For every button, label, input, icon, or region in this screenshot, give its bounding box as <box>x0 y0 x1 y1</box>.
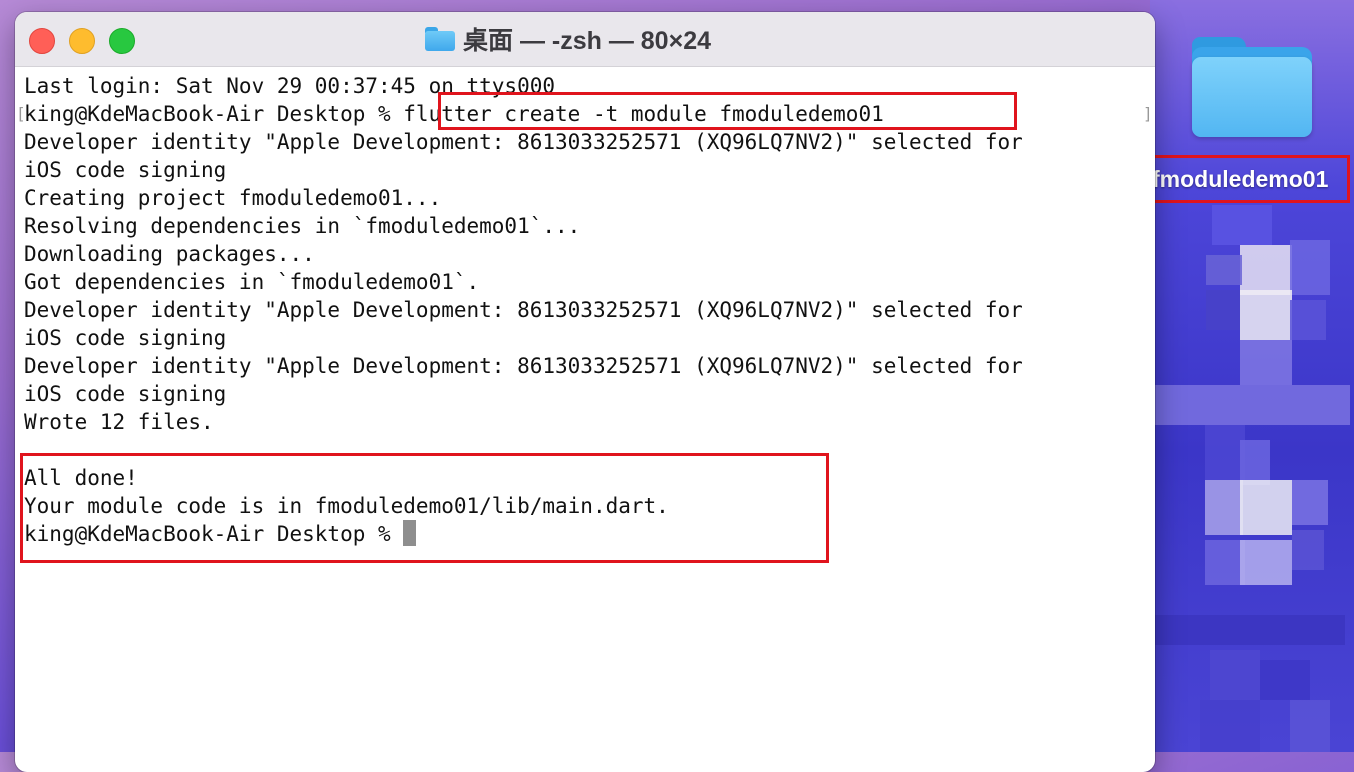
zoom-button[interactable] <box>109 28 135 54</box>
window-title: 桌面 — -zsh — 80×24 <box>463 27 711 55</box>
title-bar[interactable]: 桌面 — -zsh — 80×24 <box>15 12 1155 67</box>
pixel-block <box>1210 650 1260 700</box>
pixel-block <box>1240 340 1292 385</box>
window-title-group: 桌面 — -zsh — 80×24 <box>425 24 711 55</box>
highlight-box-command <box>438 92 1017 130</box>
terminal-line: Developer identity "Apple Development: 8… <box>24 354 1023 378</box>
pixel-block <box>1200 700 1260 752</box>
right-bracket-mark: ] <box>1143 104 1153 123</box>
terminal-line: Got dependencies in `fmoduledemo01`. <box>24 270 480 294</box>
minimize-button[interactable] <box>69 28 95 54</box>
pixel-block <box>1292 530 1324 570</box>
terminal-line: Downloading packages... <box>24 242 315 266</box>
terminal-line: Developer identity "Apple Development: 8… <box>24 130 1023 154</box>
terminal-window: 桌面 — -zsh — 80×24 [ ] Last login: Sat No… <box>15 12 1155 772</box>
desktop-folder-icon[interactable] <box>1192 37 1312 137</box>
folder-icon <box>425 27 455 51</box>
pixel-block <box>1240 440 1270 485</box>
terminal-line: Creating project fmoduledemo01... <box>24 186 442 210</box>
pixel-block <box>1260 660 1310 700</box>
highlight-box-result <box>20 453 829 563</box>
close-button[interactable] <box>29 28 55 54</box>
pixel-block <box>1205 425 1245 480</box>
pixel-block <box>1155 615 1345 645</box>
terminal-line: Resolving dependencies in `fmoduledemo01… <box>24 214 581 238</box>
pixel-block <box>1240 480 1292 535</box>
pixel-block <box>1212 205 1272 245</box>
highlight-box-folder-label <box>1143 155 1350 203</box>
pixel-block <box>1205 480 1243 535</box>
pixel-block <box>1290 300 1326 340</box>
pixel-block <box>1240 540 1292 585</box>
pixel-block <box>1290 240 1330 295</box>
terminal-line: iOS code signing <box>24 158 227 182</box>
pixel-block <box>1240 290 1292 340</box>
terminal-line: iOS code signing <box>24 326 227 350</box>
pixel-block <box>1206 255 1242 285</box>
pixel-block <box>1150 385 1350 425</box>
pixel-block <box>1240 245 1292 295</box>
terminal-line: Wrote 12 files. <box>24 410 214 434</box>
pixel-block <box>1292 480 1328 525</box>
pixel-block <box>1206 290 1240 330</box>
terminal-line: Developer identity "Apple Development: 8… <box>24 298 1023 322</box>
terminal-line: iOS code signing <box>24 382 227 406</box>
pixel-block <box>1290 700 1330 752</box>
pixel-block <box>1205 540 1245 585</box>
